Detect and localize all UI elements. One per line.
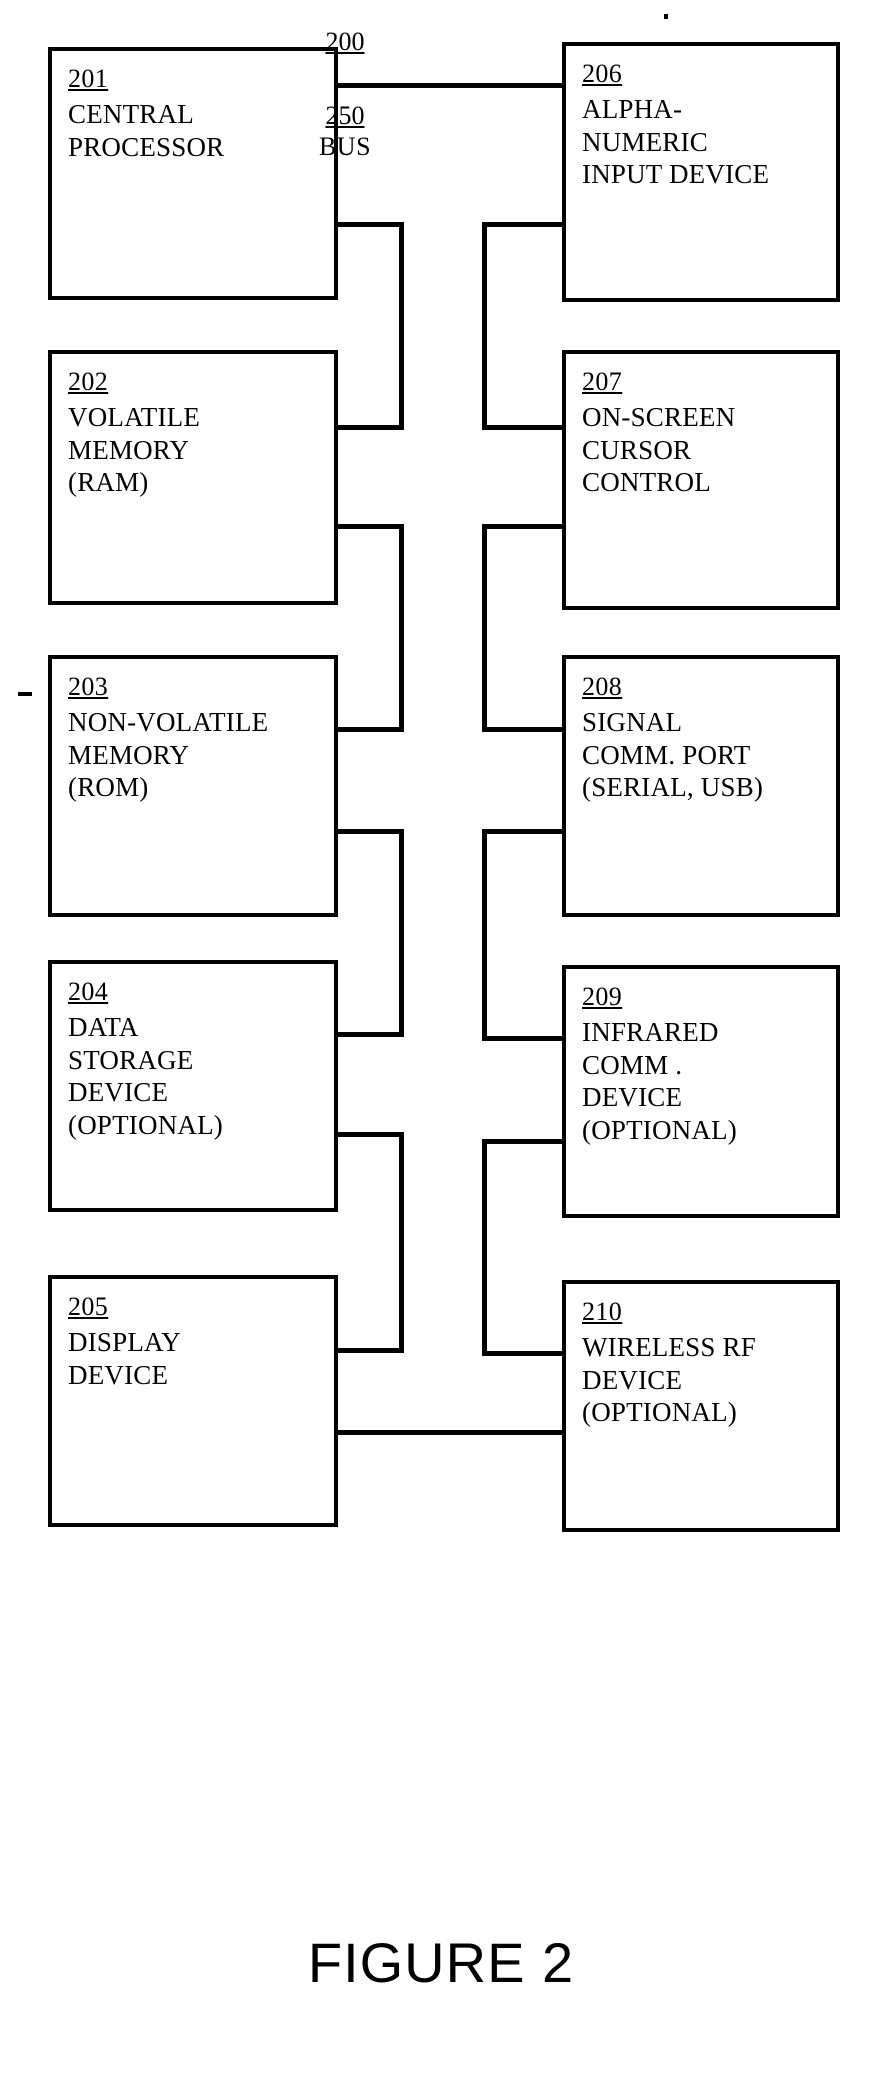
connector-208-209-h2 — [482, 1036, 564, 1041]
block-209-label: INFRARED COMM . DEVICE (OPTIONAL) — [582, 1017, 737, 1146]
block-203-label: NON-VOLATILE MEMORY (ROM) — [68, 707, 269, 803]
block-204-reference: 204 — [68, 977, 109, 1006]
bus-reference-number: 250 — [325, 101, 365, 130]
connector-209-210-h1 — [482, 1139, 564, 1144]
connector-209-210-v — [482, 1139, 487, 1355]
connector-201-202-h1 — [336, 222, 404, 227]
connector-206-207-h1 — [482, 222, 564, 227]
connector-203-204-h2 — [336, 1032, 404, 1037]
connector-201-202-v — [399, 222, 404, 430]
block-205-reference: 205 — [68, 1292, 109, 1321]
block-207-on-screen-cursor-control[interactable]: 207 ON-SCREEN CURSOR CONTROL — [562, 350, 840, 610]
connector-202-203-h2 — [336, 727, 404, 732]
connector-203-204-h1 — [336, 829, 404, 834]
block-206-reference: 206 — [582, 59, 623, 88]
block-210-reference: 210 — [582, 1297, 623, 1326]
block-201-reference: 201 — [68, 64, 109, 93]
lead-tick-203 — [18, 692, 32, 696]
connector-209-210-h2 — [482, 1351, 564, 1356]
connector-201-202-h2 — [336, 425, 404, 430]
block-206-alphanumeric-input-device[interactable]: 206 ALPHA- NUMERIC INPUT DEVICE — [562, 42, 840, 302]
block-205-display-device[interactable]: 205 DISPLAY DEVICE — [48, 1275, 338, 1527]
block-209-reference: 209 — [582, 982, 623, 1011]
connector-206-207-h2 — [482, 425, 564, 430]
block-210-label: WIRELESS RF DEVICE (OPTIONAL) — [582, 1332, 756, 1428]
bus-label-group: 250 BUS — [275, 100, 415, 162]
connector-206-207-v — [482, 222, 487, 430]
block-206-label: ALPHA- NUMERIC INPUT DEVICE — [582, 94, 770, 190]
block-208-label: SIGNAL COMM. PORT (SERIAL, USB) — [582, 707, 764, 803]
bus-label-text: BUS — [318, 132, 372, 162]
block-204-data-storage-device[interactable]: 204 DATA STORAGE DEVICE (OPTIONAL) — [48, 960, 338, 1212]
block-209-infrared-comm-device[interactable]: 209 INFRARED COMM . DEVICE (OPTIONAL) — [562, 965, 840, 1218]
connector-202-203-v — [399, 524, 404, 732]
block-208-reference: 208 — [582, 672, 623, 701]
connector-207-208-h2 — [482, 727, 564, 732]
block-202-reference: 202 — [68, 367, 109, 396]
connector-207-208-v — [482, 524, 487, 732]
connector-203-204-v — [399, 829, 404, 1037]
block-202-volatile-memory[interactable]: 202 VOLATILE MEMORY (RAM) — [48, 350, 338, 605]
connector-207-208-h1 — [482, 524, 564, 529]
connector-204-205-v — [399, 1132, 404, 1352]
connector-208-209-h1 — [482, 829, 564, 834]
connector-204-205-h2 — [336, 1348, 404, 1353]
block-210-wireless-rf-device[interactable]: 210 WIRELESS RF DEVICE (OPTIONAL) — [562, 1280, 840, 1532]
block-203-non-volatile-memory[interactable]: 203 NON-VOLATILE MEMORY (ROM) — [48, 655, 338, 917]
system-reference-number: 200 — [325, 27, 365, 56]
connector-202-203-h1 — [336, 524, 404, 529]
block-204-label: DATA STORAGE DEVICE (OPTIONAL) — [68, 1012, 223, 1141]
connector-205-to-210 — [336, 1430, 564, 1435]
block-202-label: VOLATILE MEMORY (RAM) — [68, 402, 201, 498]
connector-208-209-v — [482, 829, 487, 1041]
block-207-reference: 207 — [582, 367, 623, 396]
figure-caption: FIGURE 2 — [307, 1931, 575, 1994]
block-201-central-processor[interactable]: 201 CENTRAL PROCESSOR — [48, 47, 338, 300]
scan-speck — [664, 14, 668, 19]
connector-201-to-206 — [336, 83, 564, 88]
system-reference-label: 200 — [275, 26, 415, 57]
block-208-signal-comm-port[interactable]: 208 SIGNAL COMM. PORT (SERIAL, USB) — [562, 655, 840, 917]
block-207-label: ON-SCREEN CURSOR CONTROL — [582, 402, 736, 498]
block-203-reference: 203 — [68, 672, 109, 701]
figure-page: 200 250 BUS 201 CENTRAL PROCESSOR 202 VO… — [0, 0, 882, 2076]
block-205-label: DISPLAY DEVICE — [68, 1327, 181, 1390]
connector-204-205-h1 — [336, 1132, 404, 1137]
